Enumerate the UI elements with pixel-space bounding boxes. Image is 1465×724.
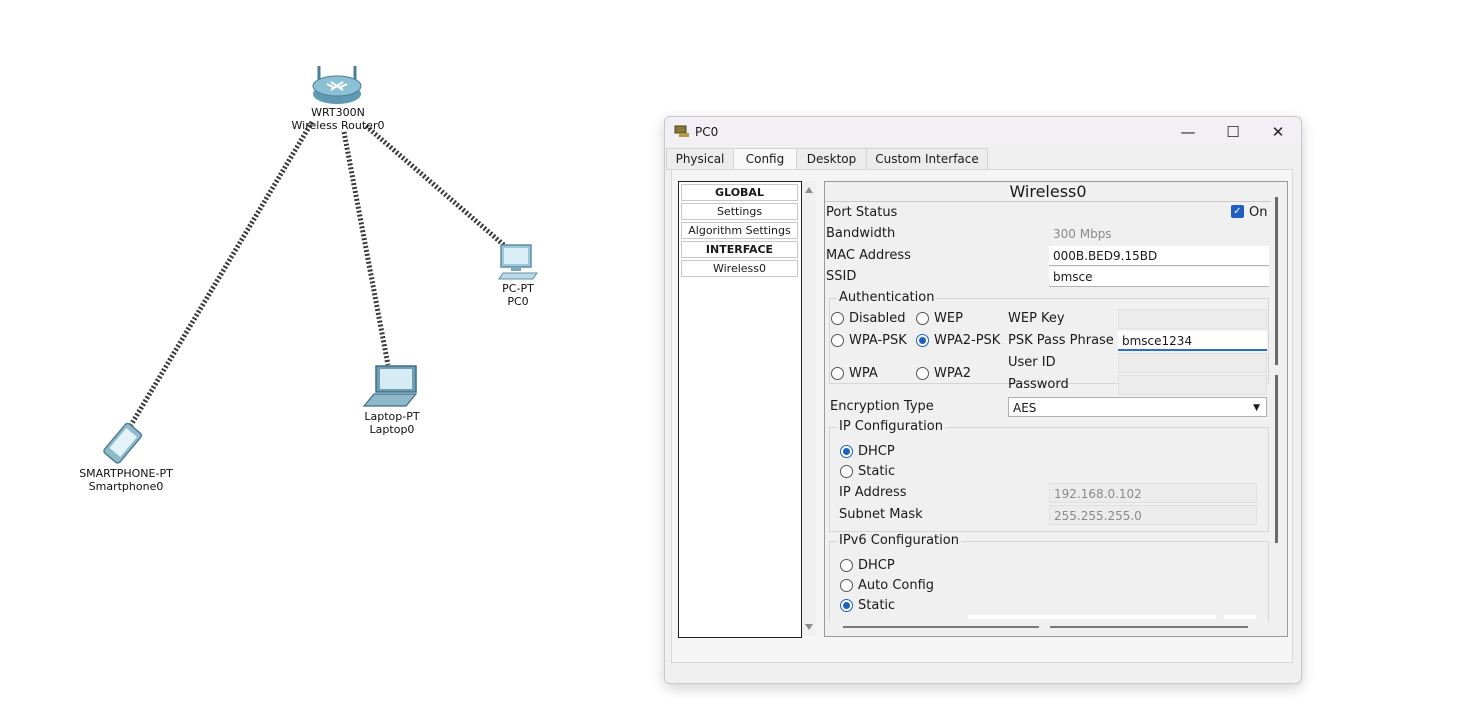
phone-name: Smartphone0 bbox=[88, 480, 164, 493]
pc-model: PC-PT bbox=[502, 282, 534, 295]
config-nav-list: GLOBAL Settings Algorithm Settings INTER… bbox=[678, 181, 802, 638]
link-router-laptop bbox=[341, 131, 391, 366]
pane-scrollbar-track[interactable] bbox=[1275, 375, 1278, 543]
ip-static-radio[interactable] bbox=[840, 465, 853, 478]
link-router-phone bbox=[125, 120, 315, 432]
wep-key-label: WEP Key bbox=[1008, 311, 1065, 326]
pc-icon[interactable] bbox=[497, 243, 541, 283]
password-field bbox=[1118, 375, 1267, 395]
port-status-checkbox[interactable]: ✓ bbox=[1231, 205, 1244, 218]
encryption-type-value: AES bbox=[1013, 401, 1037, 415]
router-label: WRT300N Wireless Router0 bbox=[286, 106, 390, 132]
pane-scrollbar-thumb[interactable] bbox=[1275, 197, 1278, 365]
smartphone-label: SMARTPHONE-PT Smartphone0 bbox=[70, 467, 182, 493]
ipv6-prefix-field-edge[interactable] bbox=[1224, 615, 1256, 619]
laptop-model: Laptop-PT bbox=[364, 410, 420, 423]
tab-physical[interactable]: Physical bbox=[666, 148, 734, 170]
ip-dhcp-label: DHCP bbox=[858, 444, 895, 459]
auth-wep-label: WEP bbox=[934, 311, 963, 326]
auth-wpa2-label: WPA2 bbox=[934, 366, 972, 381]
title-bar[interactable]: PC0 — ☐ ✕ bbox=[665, 117, 1301, 147]
nav-algorithm-settings[interactable]: Algorithm Settings bbox=[681, 222, 798, 239]
ip-static-label: Static bbox=[858, 464, 896, 479]
authentication-title: Authentication bbox=[837, 290, 937, 305]
ipv6-dhcp-label: DHCP bbox=[858, 558, 895, 573]
scroll-down-icon[interactable] bbox=[805, 624, 813, 630]
router-name: Wireless Router0 bbox=[291, 119, 385, 132]
ipv6-static-label: Static bbox=[858, 598, 896, 613]
laptop-label: Laptop-PT Laptop0 bbox=[356, 410, 428, 436]
pc-app-icon bbox=[674, 125, 689, 137]
bandwidth-field: 300 Mbps bbox=[1053, 227, 1112, 241]
auth-wpa2-radio[interactable] bbox=[916, 367, 929, 380]
nav-scrollbar[interactable] bbox=[802, 181, 816, 636]
auth-wpa2-psk-label: WPA2-PSK bbox=[934, 333, 1001, 348]
auth-wpa-label: WPA bbox=[849, 366, 878, 381]
minimize-button[interactable]: — bbox=[1165, 117, 1211, 147]
ipv6-auto-config-radio[interactable] bbox=[840, 579, 853, 592]
ssid-field[interactable]: bmsce bbox=[1049, 267, 1269, 287]
ipv6-dhcp-radio[interactable] bbox=[840, 559, 853, 572]
mac-address-label: MAC Address bbox=[826, 248, 911, 263]
auth-wpa-radio[interactable] bbox=[831, 367, 844, 380]
pane-title: Wireless0 bbox=[825, 182, 1271, 202]
close-button[interactable]: ✕ bbox=[1255, 117, 1301, 147]
pc-label: PC-PT PC0 bbox=[490, 282, 546, 308]
ssid-label: SSID bbox=[826, 269, 857, 284]
password-label: Password bbox=[1008, 377, 1069, 392]
mac-address-field[interactable]: 000B.BED9.15BD bbox=[1049, 246, 1269, 266]
horizontal-scrollbar-left[interactable] bbox=[843, 626, 1039, 628]
laptop-icon[interactable] bbox=[362, 364, 420, 408]
maximize-button[interactable]: ☐ bbox=[1210, 117, 1256, 147]
ipv6-address-field-edge[interactable] bbox=[968, 615, 1216, 619]
window-title: PC0 bbox=[695, 125, 719, 139]
psk-pass-phrase-field[interactable]: bmsce1234 bbox=[1118, 331, 1267, 351]
pc0-window: PC0 — ☐ ✕ Physical Config Desktop Custom… bbox=[664, 116, 1302, 684]
ip-config-title: IP Configuration bbox=[837, 419, 945, 434]
ip-dhcp-radio[interactable] bbox=[840, 445, 853, 458]
smartphone-icon[interactable] bbox=[96, 422, 148, 466]
phone-model: SMARTPHONE-PT bbox=[79, 467, 173, 480]
tab-desktop[interactable]: Desktop bbox=[796, 148, 867, 170]
encryption-type-select[interactable]: AES ▼ bbox=[1008, 397, 1267, 417]
port-status-value: On bbox=[1249, 205, 1268, 220]
wep-key-field bbox=[1118, 309, 1267, 329]
scroll-up-icon[interactable] bbox=[805, 187, 813, 193]
user-id-label: User ID bbox=[1008, 355, 1056, 370]
ip-address-field: 192.168.0.102 bbox=[1049, 483, 1257, 503]
nav-interface[interactable]: INTERFACE bbox=[681, 241, 798, 258]
ipv6-auto-config-label: Auto Config bbox=[858, 578, 935, 593]
auth-wpa-psk-radio[interactable] bbox=[831, 334, 844, 347]
nav-global[interactable]: GLOBAL bbox=[681, 184, 798, 201]
ipv6-config-title: IPv6 Configuration bbox=[837, 533, 961, 548]
subnet-mask-field: 255.255.255.0 bbox=[1049, 505, 1257, 525]
ip-address-label: IP Address bbox=[839, 485, 907, 500]
tab-custom-interface[interactable]: Custom Interface bbox=[866, 148, 988, 170]
user-id-field bbox=[1118, 353, 1267, 373]
bandwidth-label: Bandwidth bbox=[826, 226, 896, 241]
wireless0-pane: Wireless0 Port Status ✓ On Bandwidth 300… bbox=[824, 181, 1288, 637]
port-status-label: Port Status bbox=[826, 205, 898, 220]
auth-wep-radio[interactable] bbox=[916, 312, 929, 325]
router-model: WRT300N bbox=[311, 106, 365, 119]
auth-disabled-label: Disabled bbox=[849, 311, 906, 326]
auth-wpa-psk-label: WPA-PSK bbox=[849, 333, 907, 348]
tab-config[interactable]: Config bbox=[733, 148, 797, 171]
ipv6-static-radio[interactable] bbox=[840, 599, 853, 612]
auth-wpa2-psk-radio[interactable] bbox=[916, 334, 929, 347]
encryption-type-label: Encryption Type bbox=[830, 399, 934, 414]
subnet-mask-label: Subnet Mask bbox=[839, 507, 923, 522]
nav-settings[interactable]: Settings bbox=[681, 203, 798, 220]
link-router-pc bbox=[364, 124, 507, 248]
horizontal-scrollbar-right[interactable] bbox=[1050, 626, 1248, 628]
chevron-down-icon: ▼ bbox=[1253, 403, 1260, 413]
laptop-name: Laptop0 bbox=[369, 423, 415, 436]
auth-disabled-radio[interactable] bbox=[831, 312, 844, 325]
pc-name: PC0 bbox=[507, 295, 529, 308]
psk-pass-phrase-label: PSK Pass Phrase bbox=[1008, 333, 1114, 348]
nav-wireless0[interactable]: Wireless0 bbox=[681, 260, 798, 277]
wireless-router-icon[interactable] bbox=[311, 64, 363, 106]
